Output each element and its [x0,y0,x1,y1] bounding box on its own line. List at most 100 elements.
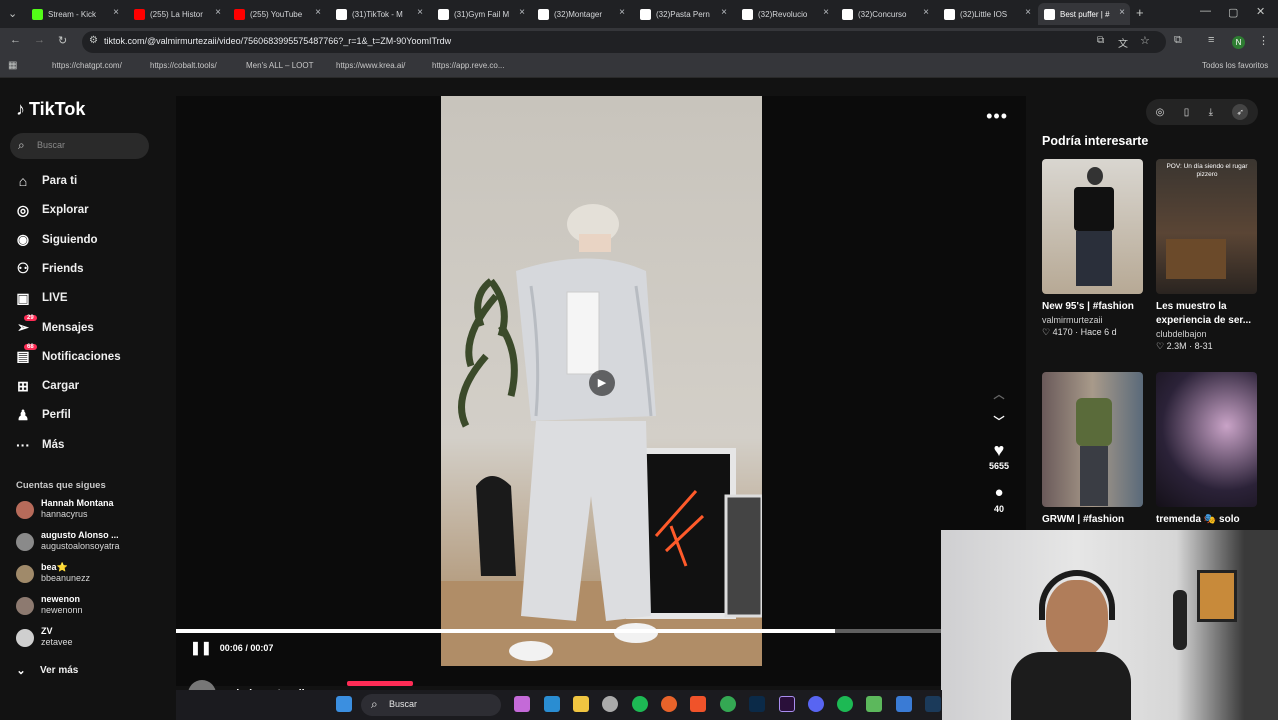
brave-icon[interactable] [690,696,706,712]
steam-icon[interactable] [925,696,941,712]
minimize-icon[interactable]: — [1200,5,1211,17]
copilot-icon[interactable] [514,696,530,712]
pause-icon[interactable]: ❚❚ [190,640,212,656]
close-window-icon[interactable]: ✕ [1256,5,1265,18]
tab-close-icon[interactable]: × [113,7,119,18]
browser-tab[interactable]: Stream - Kick × [26,3,124,25]
spotify-alt-icon[interactable] [837,696,853,712]
nav-item-cargar[interactable]: ⊞ Cargar [14,376,79,396]
translate-icon[interactable]: 文 [1118,35,1128,50]
tab-close-icon[interactable]: × [315,7,321,18]
like-button[interactable]: ♥ 5655 [984,440,1014,471]
bookmark-star-icon[interactable]: ☆ [1140,34,1150,47]
recommended-video[interactable]: tremenda 🎭 solo [1156,372,1257,527]
search-input[interactable]: ⌕ Buscar [10,133,149,159]
more-options-icon[interactable]: ••• [986,106,1008,127]
browser-tab[interactable]: (255) La Histor × [128,3,226,25]
following-account[interactable]: augusto Alonso ... augustoalonsoyatra [16,529,166,555]
bookmark-chatgpt[interactable]: https://chatgpt.com/ [52,61,122,70]
device-icon[interactable]: ▯ [1184,107,1190,118]
tab-close-icon[interactable]: × [823,7,829,18]
extensions-icon[interactable]: ⧉ [1174,34,1182,47]
app-icon[interactable] [896,696,912,712]
nav-item-siguiendo[interactable]: ◉ Siguiendo [14,230,98,250]
browser-tab[interactable]: (255) YouTube × [228,3,326,25]
tab-close-icon[interactable]: × [215,7,221,18]
recommended-video[interactable]: POV: Un día siendo el rugar pizzero Les … [1156,159,1257,352]
nav-item-más[interactable]: ··· Más [14,435,64,455]
discord-icon[interactable] [808,696,824,712]
play-button-overlay[interactable]: ▶ [589,370,615,396]
taskbar-search[interactable]: ⌕ Buscar [361,694,501,716]
nav-item-para-ti[interactable]: ⌂ Para ti [14,171,77,191]
following-account[interactable]: bea⭐ bbeanunezz [16,561,166,587]
video-player[interactable]: ▶ ••• ︿ ﹀ ♥ 5655 ● 40 ❚❚ 00:06 / 00:07 v… [176,96,1026,708]
browser-tab[interactable]: Best puffer | # × [1038,3,1130,25]
bookmark-reve[interactable]: https://app.reve.co... [432,61,504,70]
profile-avatar[interactable]: N [1232,36,1245,49]
tiktok-logo[interactable]: ♪ TikTok [16,99,85,120]
bookmark-loot[interactable]: Men's ALL – LOOT [246,61,313,70]
download-icon[interactable]: ⤓ [1209,107,1213,118]
following-account[interactable]: ZV zetavee [16,625,166,651]
see-more-link[interactable]: ⌄ Ver más [12,660,78,680]
chrome-icon[interactable] [602,696,618,712]
forward-icon[interactable]: → [34,34,45,46]
nav-item-mensajes[interactable]: ➢ 29 Mensajes [14,315,94,338]
previous-video-button[interactable]: ︿ [984,386,1014,402]
all-bookmarks[interactable]: Todos los favoritos [1202,61,1268,70]
browser-tab[interactable]: (32)Concurso × [836,3,934,25]
tab-close-icon[interactable]: × [619,7,625,18]
new-tab-icon[interactable]: + [1136,5,1144,20]
following-account[interactable]: newenon newenonn [16,593,166,619]
photoshop-icon[interactable] [749,696,765,712]
tab-close-icon[interactable]: × [417,7,423,18]
firefox-icon[interactable] [661,696,677,712]
install-icon[interactable]: ⧉ [1097,35,1104,46]
nav-item-friends[interactable]: ⚇ Friends [14,259,84,279]
tab-close-icon[interactable]: × [721,7,727,18]
tab-list-icon[interactable]: ⌄ [8,7,17,20]
start-icon[interactable] [336,696,352,712]
tab-close-icon[interactable]: × [1025,7,1031,18]
site-info-icon[interactable]: ⚙ [89,35,98,46]
nav-item-notificaciones[interactable]: ▤ 68 Notificaciones [14,344,121,367]
nav-item-live[interactable]: ▣ LIVE [14,288,67,308]
recommended-video[interactable]: GRWM | #fashion [1042,372,1143,527]
edge-icon[interactable] [544,696,560,712]
bookmark-cobalt[interactable]: https://cobalt.tools/ [150,61,217,70]
premiere-icon[interactable] [779,696,795,712]
nav-item-perfil[interactable]: ♟ Perfil [14,405,71,425]
spotify-icon[interactable] [632,696,648,712]
apps-icon[interactable]: ▦ [8,60,17,71]
following-account[interactable]: Hannah Montana hannacyrus [16,497,166,523]
file-explorer-icon[interactable] [573,696,589,712]
nav-item-explorar[interactable]: ◎ Explorar [14,200,89,220]
video-frame[interactable]: ▶ [441,96,762,666]
comment-button[interactable]: ● 40 [984,484,1014,514]
browser-tab[interactable]: (32)Revolucio × [736,3,834,25]
follow-button[interactable] [347,681,413,686]
bookmark-krea[interactable]: https://www.krea.ai/ [336,61,405,70]
browser-tab[interactable]: (32)Little IOS × [938,3,1036,25]
browser-tab[interactable]: (32)Montager × [532,3,630,25]
browser-tab[interactable]: (32)Pasta Pern × [634,3,732,25]
recommended-video[interactable]: New 95's | #fashion valmirmurtezaii ♡ 41… [1042,159,1143,338]
browser-tab[interactable]: (31)Gym Fail M × [432,3,530,25]
rocket-icon[interactable]: ➶ [1232,104,1249,120]
chrome-active-icon[interactable] [720,696,736,712]
reload-icon[interactable]: ↻ [58,34,67,47]
maximize-icon[interactable]: ▢ [1228,6,1238,19]
picture-in-picture-icon[interactable]: ◎ [1156,107,1165,118]
menu-icon[interactable]: ⋮ [1258,34,1269,47]
tab-close-icon[interactable]: × [1119,7,1125,18]
play-app-icon[interactable] [866,696,882,712]
progress-bar[interactable] [176,629,942,633]
url-field[interactable]: ⚙ tiktok.com/@valmirmurtezaii/video/7560… [82,31,1166,53]
browser-tab[interactable]: (31)TikTok - M × [330,3,428,25]
next-video-button[interactable]: ﹀ [984,413,1014,429]
back-icon[interactable]: ← [10,34,21,46]
tab-close-icon[interactable]: × [519,7,525,18]
media-icon[interactable]: ≡ [1208,34,1214,46]
tab-close-icon[interactable]: × [923,7,929,18]
